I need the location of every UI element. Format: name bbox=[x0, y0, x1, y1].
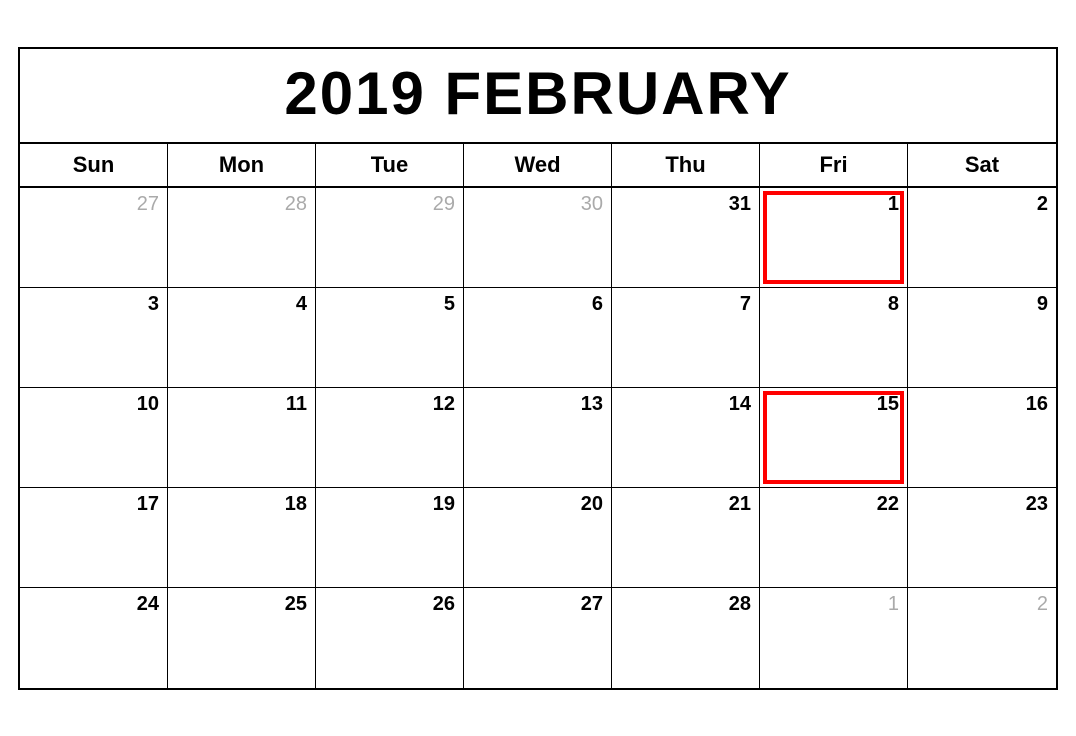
day-cell[interactable]: 31 bbox=[612, 188, 760, 288]
day-cell[interactable]: 6 bbox=[464, 288, 612, 388]
day-number: 20 bbox=[472, 493, 603, 516]
day-cell[interactable]: 23 bbox=[908, 488, 1056, 588]
day-number: 19 bbox=[324, 493, 455, 516]
day-cell[interactable]: 25 bbox=[168, 588, 316, 688]
day-cell[interactable]: 21 bbox=[612, 488, 760, 588]
day-cell[interactable]: 28 bbox=[612, 588, 760, 688]
day-cell[interactable]: 13 bbox=[464, 388, 612, 488]
day-cell[interactable]: 5 bbox=[316, 288, 464, 388]
day-number: 11 bbox=[176, 393, 307, 416]
header-cell-tue: Tue bbox=[316, 144, 464, 186]
day-number: 22 bbox=[768, 493, 899, 516]
day-cell[interactable]: 2 bbox=[908, 588, 1056, 688]
day-cell[interactable]: 10 bbox=[20, 388, 168, 488]
day-number: 27 bbox=[472, 593, 603, 616]
header-cell-fri: Fri bbox=[760, 144, 908, 186]
day-cell[interactable]: 7 bbox=[612, 288, 760, 388]
day-number: 27 bbox=[28, 193, 159, 216]
day-cell[interactable]: 4 bbox=[168, 288, 316, 388]
day-cell[interactable]: 30 bbox=[464, 188, 612, 288]
day-cell[interactable]: 28 bbox=[168, 188, 316, 288]
day-number: 18 bbox=[176, 493, 307, 516]
day-cell[interactable]: 1 bbox=[760, 588, 908, 688]
day-cell[interactable]: 27 bbox=[20, 188, 168, 288]
day-cell[interactable]: 9 bbox=[908, 288, 1056, 388]
day-cell[interactable]: 2 bbox=[908, 188, 1056, 288]
header-cell-thu: Thu bbox=[612, 144, 760, 186]
day-number: 13 bbox=[472, 393, 603, 416]
day-number: 8 bbox=[768, 293, 899, 316]
day-number: 2 bbox=[916, 193, 1048, 216]
header-cell-sun: Sun bbox=[20, 144, 168, 186]
day-number: 21 bbox=[620, 493, 751, 516]
day-number: 9 bbox=[916, 293, 1048, 316]
day-number: 23 bbox=[916, 493, 1048, 516]
day-cell[interactable]: 26 bbox=[316, 588, 464, 688]
day-number: 4 bbox=[176, 293, 307, 316]
day-number: 15 bbox=[768, 393, 899, 416]
day-cell[interactable]: 15 bbox=[760, 388, 908, 488]
header-cell-mon: Mon bbox=[168, 144, 316, 186]
day-number: 1 bbox=[768, 193, 899, 216]
header-cell-wed: Wed bbox=[464, 144, 612, 186]
day-cell[interactable]: 16 bbox=[908, 388, 1056, 488]
day-cell[interactable]: 14 bbox=[612, 388, 760, 488]
day-number: 3 bbox=[28, 293, 159, 316]
day-number: 25 bbox=[176, 593, 307, 616]
day-number: 12 bbox=[324, 393, 455, 416]
day-number: 24 bbox=[28, 593, 159, 616]
calendar: 2019 FEBRUARY SunMonTueWedThuFriSat 2728… bbox=[18, 47, 1058, 690]
day-number: 30 bbox=[472, 193, 603, 216]
day-number: 31 bbox=[620, 193, 751, 216]
day-cell[interactable]: 19 bbox=[316, 488, 464, 588]
day-number: 29 bbox=[324, 193, 455, 216]
day-number: 28 bbox=[176, 193, 307, 216]
calendar-header: SunMonTueWedThuFriSat bbox=[20, 144, 1056, 188]
calendar-grid: 2728293031123456789101112131415161718192… bbox=[20, 188, 1056, 688]
day-cell[interactable]: 24 bbox=[20, 588, 168, 688]
day-number: 17 bbox=[28, 493, 159, 516]
day-number: 6 bbox=[472, 293, 603, 316]
day-number: 2 bbox=[916, 593, 1048, 616]
day-number: 10 bbox=[28, 393, 159, 416]
calendar-title: 2019 FEBRUARY bbox=[20, 49, 1056, 144]
day-number: 7 bbox=[620, 293, 751, 316]
day-cell[interactable]: 3 bbox=[20, 288, 168, 388]
day-number: 5 bbox=[324, 293, 455, 316]
day-number: 1 bbox=[768, 593, 899, 616]
day-cell[interactable]: 18 bbox=[168, 488, 316, 588]
day-cell[interactable]: 1 bbox=[760, 188, 908, 288]
day-cell[interactable]: 27 bbox=[464, 588, 612, 688]
day-number: 16 bbox=[916, 393, 1048, 416]
day-number: 26 bbox=[324, 593, 455, 616]
day-cell[interactable]: 11 bbox=[168, 388, 316, 488]
day-cell[interactable]: 17 bbox=[20, 488, 168, 588]
day-cell[interactable]: 29 bbox=[316, 188, 464, 288]
day-number: 28 bbox=[620, 593, 751, 616]
day-cell[interactable]: 12 bbox=[316, 388, 464, 488]
day-cell[interactable]: 8 bbox=[760, 288, 908, 388]
day-number: 14 bbox=[620, 393, 751, 416]
day-cell[interactable]: 22 bbox=[760, 488, 908, 588]
day-cell[interactable]: 20 bbox=[464, 488, 612, 588]
header-cell-sat: Sat bbox=[908, 144, 1056, 186]
